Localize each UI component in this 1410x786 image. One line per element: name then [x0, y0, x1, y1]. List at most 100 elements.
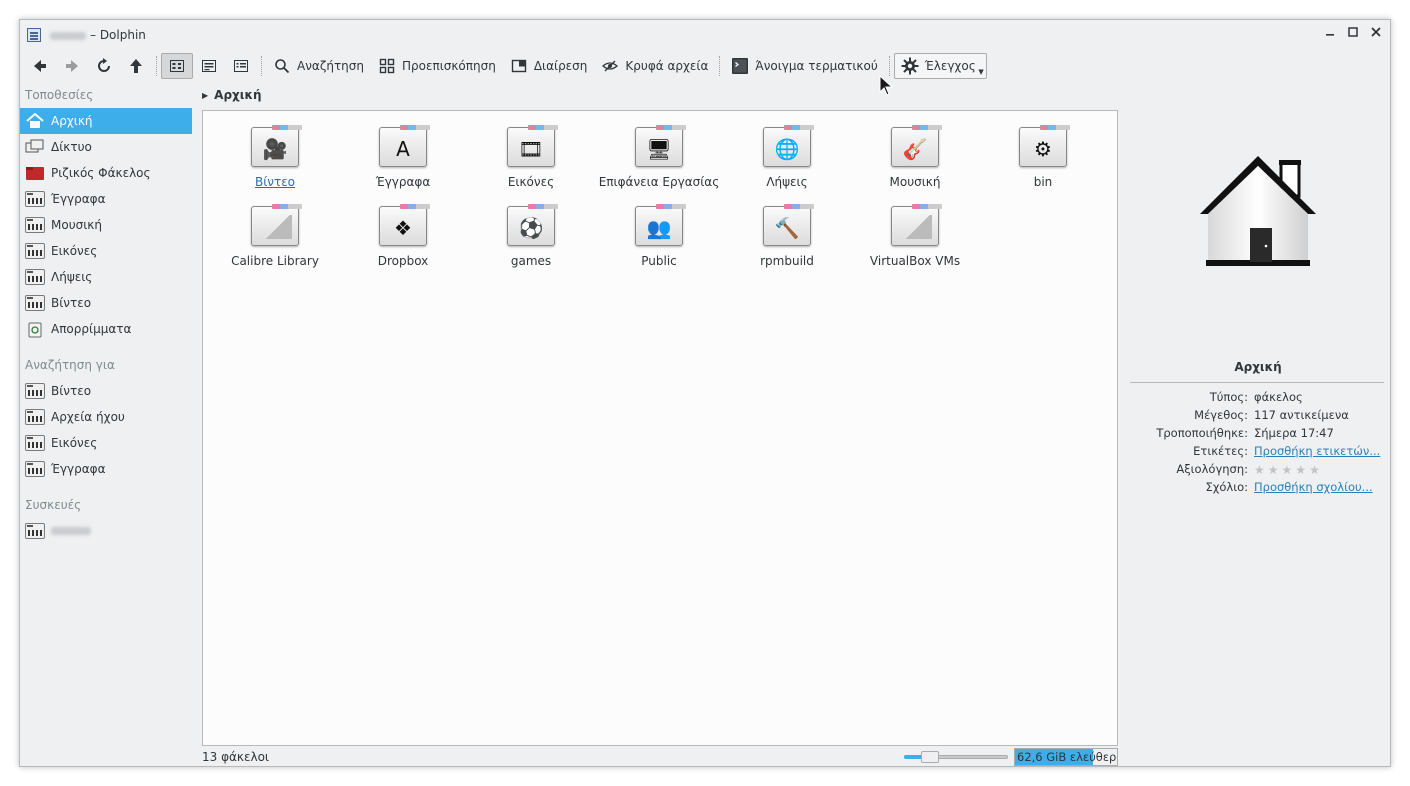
hidden-files-button-label: Κρυφά αρχεία	[625, 59, 709, 73]
star-icon[interactable]: ★	[1295, 463, 1309, 477]
info-size-key: Μέγεθος:	[1194, 408, 1248, 422]
folder-icon	[251, 204, 302, 246]
sidebar-item-videos[interactable]: Βίντεο	[20, 290, 195, 316]
reload-button[interactable]	[88, 53, 120, 79]
control-menu-button[interactable]: Έλεγχος ▼	[893, 53, 987, 79]
sidebar-item-label: Έγγραφα	[51, 192, 106, 206]
info-size-value: 117 αντικείμενα	[1254, 408, 1349, 422]
file-view[interactable]: 🎥 Βίντεο A Έγγραφα 🎞 Εικόνες 🖥 Επιφάνεια Εργασί…	[202, 110, 1118, 746]
free-space-indicator[interactable]: 62,6 GiB ελεύθερα	[1014, 748, 1118, 766]
folder-item[interactable]: 🖥 Επιφάνεια Εργασίας	[595, 125, 723, 189]
info-row-size: Μέγεθος: 117 αντικείμενα	[1130, 408, 1386, 426]
sidebar-item-network[interactable]: Δίκτυο	[20, 134, 195, 160]
zoom-slider-handle[interactable]	[920, 751, 939, 763]
title-bar[interactable]: – Dolphin	[20, 20, 1390, 50]
open-terminal-button[interactable]: Άνοιγμα τερματικού	[724, 53, 884, 79]
folder-item[interactable]: 👥 Public	[595, 204, 723, 268]
sidebar-item-downloads[interactable]: Λήψεις	[20, 264, 195, 290]
folder-label: Βίντεο	[254, 175, 296, 189]
root-folder-icon	[25, 164, 45, 182]
search-icon	[273, 57, 291, 75]
bin-folder-icon: ⚙	[1019, 125, 1070, 167]
split-button[interactable]: Διαίρεση	[503, 53, 595, 79]
up-button[interactable]	[120, 53, 152, 79]
folder-item[interactable]: Calibre Library	[211, 204, 339, 268]
status-bar: 13 φάκελοι 62,6 GiB ελεύθερα	[202, 748, 1118, 766]
folder-item[interactable]: ❖ Dropbox	[339, 204, 467, 268]
folder-item[interactable]: VirtualBox VMs	[851, 204, 979, 268]
folder-item[interactable]: 🌐 Λήψεις	[723, 125, 851, 189]
star-icon[interactable]: ★	[1282, 463, 1296, 477]
folder-item[interactable]: A Έγγραφα	[339, 125, 467, 189]
info-row-rating: Αξιολόγηση: ★★★★★	[1130, 462, 1386, 480]
sidebar-item-label: Μουσική	[51, 218, 102, 232]
info-title: Αρχική	[1234, 360, 1282, 374]
open-terminal-button-label: Άνοιγμα τερματικού	[755, 59, 878, 73]
sidebar-item-search-documents[interactable]: Έγγραφα	[20, 456, 195, 482]
folder-count: 13 φάκελοι	[202, 750, 269, 764]
sidebar-item-search-pictures[interactable]: Εικόνες	[20, 430, 195, 456]
sidebar-item-root[interactable]: Ριζικός Φάκελος	[20, 160, 195, 186]
information-panel: Αρχική Τύπος: φάκελος Μέγεθος: 117 αντικ…	[1130, 110, 1386, 740]
info-row-comment: Σχόλιο: Προσθήκη σχολίου...	[1130, 480, 1386, 498]
zoom-slider[interactable]	[904, 751, 1008, 763]
breadcrumb[interactable]: ▶ Αρχική	[202, 84, 262, 106]
back-button[interactable]	[24, 53, 56, 79]
rating-stars[interactable]: ★★★★★	[1254, 463, 1323, 477]
sidebar-item-search-audio[interactable]: Αρχεία ήχου	[20, 404, 195, 430]
folder-item[interactable]: 🎥 Βίντεο	[211, 125, 339, 189]
pictures-folder-icon: 🎞	[507, 125, 558, 167]
folder-item[interactable]: 🎞 Εικόνες	[467, 125, 595, 189]
sidebar-item-device[interactable]	[20, 518, 195, 544]
sidebar-item-trash[interactable]: Απορρίμματα	[20, 316, 195, 342]
add-comment-link[interactable]: Προσθήκη σχολίου...	[1254, 480, 1373, 494]
sidebar-item-documents[interactable]: Έγγραφα	[20, 186, 195, 212]
sidebar-item-label: Ριζικός Φάκελος	[51, 166, 151, 180]
folder-item[interactable]: 🔨 rpmbuild	[723, 204, 851, 268]
sidebar-item-pictures[interactable]: Εικόνες	[20, 238, 195, 264]
documents-folder-icon	[25, 460, 45, 478]
folder-item[interactable]: ⚽ games	[467, 204, 595, 268]
star-icon[interactable]: ★	[1254, 463, 1268, 477]
sidebar-item-home[interactable]: Αρχική	[20, 108, 192, 134]
star-icon[interactable]: ★	[1309, 463, 1323, 477]
info-modified-key: Τροποποιήθηκε:	[1156, 426, 1248, 440]
search-for-header: Αναζήτηση για	[25, 358, 115, 372]
folder-label: rpmbuild	[760, 254, 814, 268]
chevron-right-icon[interactable]: ▶	[202, 91, 208, 100]
details-view-button[interactable]	[225, 53, 257, 79]
videos-folder-icon: 🎥	[251, 125, 302, 167]
reload-icon	[95, 57, 113, 75]
close-icon[interactable]	[1368, 26, 1384, 42]
terminal-icon	[731, 57, 749, 75]
preview-button[interactable]: Προεπισκόπηση	[371, 53, 503, 79]
folder-label: Εικόνες	[507, 175, 555, 189]
folder-item[interactable]: ⚙ bin	[979, 125, 1107, 189]
search-button-label: Αναζήτηση	[297, 59, 364, 73]
sidebar-item-label: Βίντεο	[51, 384, 92, 398]
folder-label: Calibre Library	[231, 254, 319, 268]
compact-view-button[interactable]	[193, 53, 225, 79]
minimize-icon[interactable]	[1322, 26, 1338, 42]
info-comment-key: Σχόλιο:	[1205, 480, 1248, 494]
icons-view-button[interactable]	[161, 53, 193, 79]
preview-button-label: Προεπισκόπηση	[402, 59, 496, 73]
folder-item[interactable]: 🎸 Μουσική	[851, 125, 979, 189]
star-icon[interactable]: ★	[1268, 463, 1282, 477]
folder-label: Μουσική	[889, 175, 941, 189]
dropbox-folder-icon: ❖	[379, 204, 430, 246]
search-button[interactable]: Αναζήτηση	[266, 53, 371, 79]
network-icon	[25, 138, 45, 156]
videos-folder-icon	[25, 294, 45, 312]
add-tags-link[interactable]: Προσθήκη ετικετών...	[1254, 444, 1380, 458]
split-view-icon	[510, 57, 528, 75]
hidden-files-button[interactable]: Κρυφά αρχεία	[594, 53, 715, 79]
toolbar-separator	[888, 56, 890, 76]
maximize-icon[interactable]	[1345, 26, 1361, 42]
downloads-folder-icon	[25, 268, 45, 286]
sidebar-item-search-videos[interactable]: Βίντεο	[20, 378, 195, 404]
music-folder-icon	[25, 408, 45, 426]
sidebar-item-music[interactable]: Μουσική	[20, 212, 195, 238]
forward-button[interactable]	[56, 53, 88, 79]
breadcrumb-current[interactable]: Αρχική	[214, 88, 261, 102]
